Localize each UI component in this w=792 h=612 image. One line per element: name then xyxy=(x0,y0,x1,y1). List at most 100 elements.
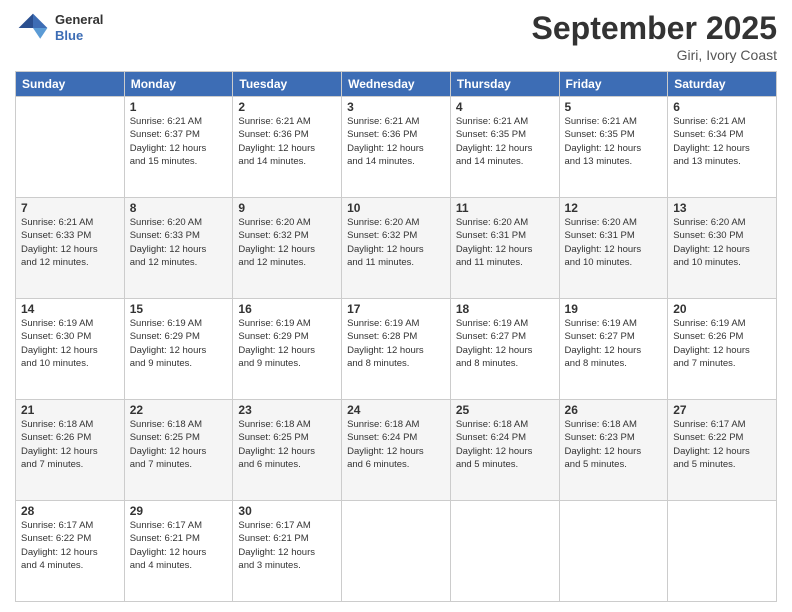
day-info: Sunrise: 6:19 AM Sunset: 6:29 PM Dayligh… xyxy=(238,317,336,370)
calendar-cell: 24Sunrise: 6:18 AM Sunset: 6:24 PM Dayli… xyxy=(342,400,451,501)
day-number: 1 xyxy=(130,100,228,114)
logo-text: General Blue xyxy=(55,12,103,43)
day-info: Sunrise: 6:18 AM Sunset: 6:26 PM Dayligh… xyxy=(21,418,119,471)
calendar-cell xyxy=(450,501,559,602)
day-info: Sunrise: 6:17 AM Sunset: 6:22 PM Dayligh… xyxy=(673,418,771,471)
calendar-cell: 19Sunrise: 6:19 AM Sunset: 6:27 PM Dayli… xyxy=(559,299,668,400)
day-number: 27 xyxy=(673,403,771,417)
day-number: 2 xyxy=(238,100,336,114)
day-number: 12 xyxy=(565,201,663,215)
day-number: 5 xyxy=(565,100,663,114)
location: Giri, Ivory Coast xyxy=(532,47,777,63)
day-number: 29 xyxy=(130,504,228,518)
calendar-col-wednesday: Wednesday xyxy=(342,72,451,97)
calendar-cell xyxy=(559,501,668,602)
day-number: 21 xyxy=(21,403,119,417)
day-info: Sunrise: 6:20 AM Sunset: 6:31 PM Dayligh… xyxy=(565,216,663,269)
day-number: 25 xyxy=(456,403,554,417)
day-info: Sunrise: 6:18 AM Sunset: 6:24 PM Dayligh… xyxy=(347,418,445,471)
day-info: Sunrise: 6:19 AM Sunset: 6:28 PM Dayligh… xyxy=(347,317,445,370)
calendar-cell: 25Sunrise: 6:18 AM Sunset: 6:24 PM Dayli… xyxy=(450,400,559,501)
calendar-cell: 5Sunrise: 6:21 AM Sunset: 6:35 PM Daylig… xyxy=(559,97,668,198)
calendar-cell: 14Sunrise: 6:19 AM Sunset: 6:30 PM Dayli… xyxy=(16,299,125,400)
calendar-cell: 23Sunrise: 6:18 AM Sunset: 6:25 PM Dayli… xyxy=(233,400,342,501)
day-number: 26 xyxy=(565,403,663,417)
day-info: Sunrise: 6:21 AM Sunset: 6:34 PM Dayligh… xyxy=(673,115,771,168)
calendar-week-4: 21Sunrise: 6:18 AM Sunset: 6:26 PM Dayli… xyxy=(16,400,777,501)
calendar-header-row: SundayMondayTuesdayWednesdayThursdayFrid… xyxy=(16,72,777,97)
day-info: Sunrise: 6:19 AM Sunset: 6:29 PM Dayligh… xyxy=(130,317,228,370)
day-info: Sunrise: 6:20 AM Sunset: 6:32 PM Dayligh… xyxy=(238,216,336,269)
calendar-cell: 9Sunrise: 6:20 AM Sunset: 6:32 PM Daylig… xyxy=(233,198,342,299)
day-number: 18 xyxy=(456,302,554,316)
day-info: Sunrise: 6:19 AM Sunset: 6:27 PM Dayligh… xyxy=(565,317,663,370)
day-number: 22 xyxy=(130,403,228,417)
day-info: Sunrise: 6:18 AM Sunset: 6:25 PM Dayligh… xyxy=(238,418,336,471)
calendar-week-2: 7Sunrise: 6:21 AM Sunset: 6:33 PM Daylig… xyxy=(16,198,777,299)
calendar-cell: 17Sunrise: 6:19 AM Sunset: 6:28 PM Dayli… xyxy=(342,299,451,400)
day-info: Sunrise: 6:21 AM Sunset: 6:36 PM Dayligh… xyxy=(238,115,336,168)
calendar-table: SundayMondayTuesdayWednesdayThursdayFrid… xyxy=(15,71,777,602)
day-info: Sunrise: 6:21 AM Sunset: 6:33 PM Dayligh… xyxy=(21,216,119,269)
day-info: Sunrise: 6:20 AM Sunset: 6:30 PM Dayligh… xyxy=(673,216,771,269)
calendar-col-sunday: Sunday xyxy=(16,72,125,97)
calendar-col-tuesday: Tuesday xyxy=(233,72,342,97)
day-number: 10 xyxy=(347,201,445,215)
day-info: Sunrise: 6:20 AM Sunset: 6:32 PM Dayligh… xyxy=(347,216,445,269)
day-number: 28 xyxy=(21,504,119,518)
calendar-cell xyxy=(668,501,777,602)
day-number: 13 xyxy=(673,201,771,215)
calendar-cell: 13Sunrise: 6:20 AM Sunset: 6:30 PM Dayli… xyxy=(668,198,777,299)
calendar-cell: 29Sunrise: 6:17 AM Sunset: 6:21 PM Dayli… xyxy=(124,501,233,602)
day-number: 8 xyxy=(130,201,228,215)
calendar-col-saturday: Saturday xyxy=(668,72,777,97)
calendar-cell: 11Sunrise: 6:20 AM Sunset: 6:31 PM Dayli… xyxy=(450,198,559,299)
day-info: Sunrise: 6:19 AM Sunset: 6:30 PM Dayligh… xyxy=(21,317,119,370)
calendar-cell: 27Sunrise: 6:17 AM Sunset: 6:22 PM Dayli… xyxy=(668,400,777,501)
calendar-col-monday: Monday xyxy=(124,72,233,97)
day-number: 15 xyxy=(130,302,228,316)
day-info: Sunrise: 6:17 AM Sunset: 6:22 PM Dayligh… xyxy=(21,519,119,572)
calendar-col-thursday: Thursday xyxy=(450,72,559,97)
calendar-cell: 16Sunrise: 6:19 AM Sunset: 6:29 PM Dayli… xyxy=(233,299,342,400)
calendar-cell: 30Sunrise: 6:17 AM Sunset: 6:21 PM Dayli… xyxy=(233,501,342,602)
calendar-cell: 4Sunrise: 6:21 AM Sunset: 6:35 PM Daylig… xyxy=(450,97,559,198)
day-info: Sunrise: 6:18 AM Sunset: 6:23 PM Dayligh… xyxy=(565,418,663,471)
day-number: 16 xyxy=(238,302,336,316)
day-number: 11 xyxy=(456,201,554,215)
day-number: 3 xyxy=(347,100,445,114)
calendar-cell: 26Sunrise: 6:18 AM Sunset: 6:23 PM Dayli… xyxy=(559,400,668,501)
day-number: 7 xyxy=(21,201,119,215)
calendar-cell: 20Sunrise: 6:19 AM Sunset: 6:26 PM Dayli… xyxy=(668,299,777,400)
day-info: Sunrise: 6:21 AM Sunset: 6:36 PM Dayligh… xyxy=(347,115,445,168)
calendar-cell: 10Sunrise: 6:20 AM Sunset: 6:32 PM Dayli… xyxy=(342,198,451,299)
day-info: Sunrise: 6:20 AM Sunset: 6:33 PM Dayligh… xyxy=(130,216,228,269)
day-number: 20 xyxy=(673,302,771,316)
logo-icon xyxy=(15,10,51,46)
calendar-cell xyxy=(16,97,125,198)
calendar-cell: 18Sunrise: 6:19 AM Sunset: 6:27 PM Dayli… xyxy=(450,299,559,400)
calendar-cell: 15Sunrise: 6:19 AM Sunset: 6:29 PM Dayli… xyxy=(124,299,233,400)
day-info: Sunrise: 6:17 AM Sunset: 6:21 PM Dayligh… xyxy=(130,519,228,572)
day-number: 24 xyxy=(347,403,445,417)
calendar-cell: 21Sunrise: 6:18 AM Sunset: 6:26 PM Dayli… xyxy=(16,400,125,501)
day-number: 30 xyxy=(238,504,336,518)
calendar-week-5: 28Sunrise: 6:17 AM Sunset: 6:22 PM Dayli… xyxy=(16,501,777,602)
title-block: September 2025 Giri, Ivory Coast xyxy=(532,10,777,63)
calendar-week-3: 14Sunrise: 6:19 AM Sunset: 6:30 PM Dayli… xyxy=(16,299,777,400)
header: General Blue September 2025 Giri, Ivory … xyxy=(15,10,777,63)
day-number: 14 xyxy=(21,302,119,316)
calendar-col-friday: Friday xyxy=(559,72,668,97)
calendar-cell xyxy=(342,501,451,602)
day-info: Sunrise: 6:21 AM Sunset: 6:37 PM Dayligh… xyxy=(130,115,228,168)
day-info: Sunrise: 6:18 AM Sunset: 6:25 PM Dayligh… xyxy=(130,418,228,471)
calendar-week-1: 1Sunrise: 6:21 AM Sunset: 6:37 PM Daylig… xyxy=(16,97,777,198)
day-info: Sunrise: 6:21 AM Sunset: 6:35 PM Dayligh… xyxy=(456,115,554,168)
day-info: Sunrise: 6:19 AM Sunset: 6:27 PM Dayligh… xyxy=(456,317,554,370)
calendar-cell: 22Sunrise: 6:18 AM Sunset: 6:25 PM Dayli… xyxy=(124,400,233,501)
day-number: 17 xyxy=(347,302,445,316)
logo-blue: Blue xyxy=(55,28,103,44)
calendar-cell: 7Sunrise: 6:21 AM Sunset: 6:33 PM Daylig… xyxy=(16,198,125,299)
calendar-cell: 28Sunrise: 6:17 AM Sunset: 6:22 PM Dayli… xyxy=(16,501,125,602)
day-number: 19 xyxy=(565,302,663,316)
